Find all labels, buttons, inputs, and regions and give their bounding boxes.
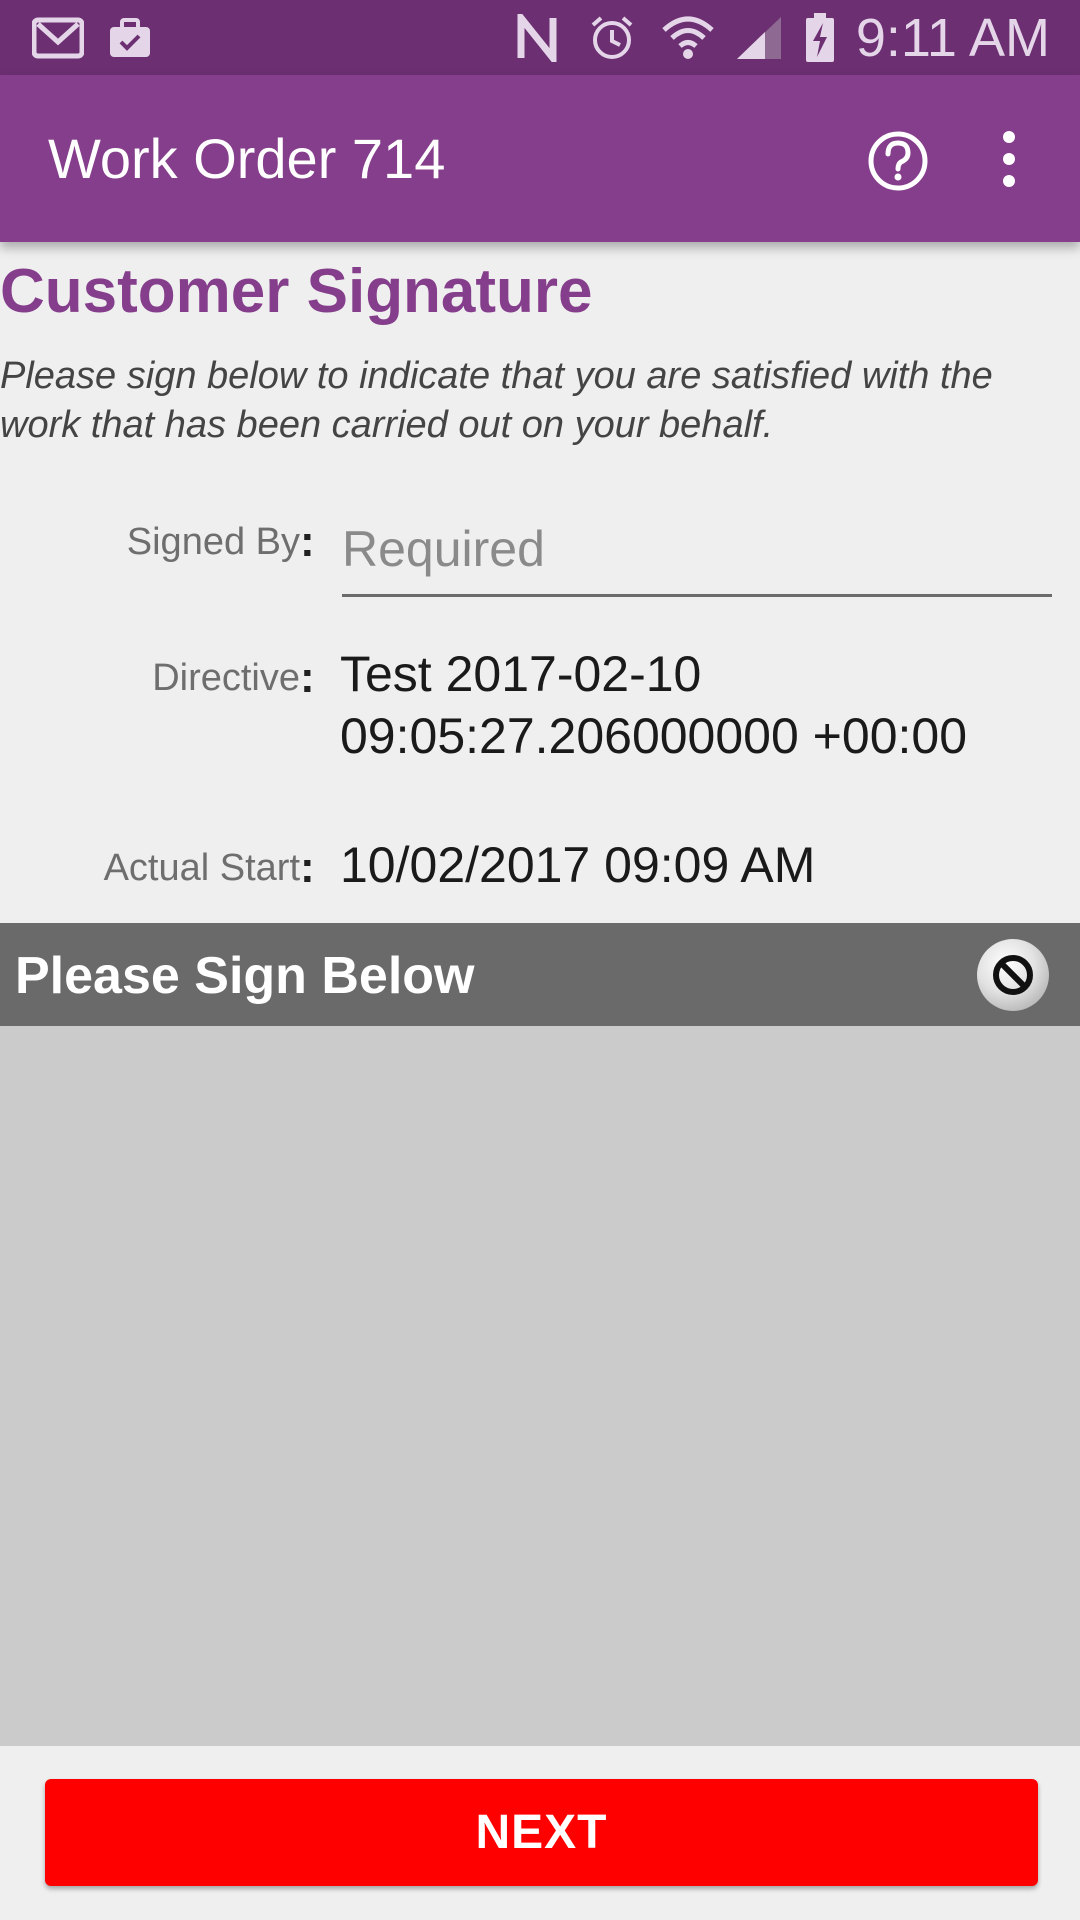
wifi-icon [660,12,716,64]
gmail-icon [30,12,86,64]
app-title: Work Order 714 [48,127,446,190]
overflow-menu-icon [1003,131,1015,187]
directive-value: Test 2017-02-10 09:05:27.206000000 +00:0… [340,646,968,764]
overflow-menu-button[interactable] [980,127,1040,191]
status-time: 9:11 AM [855,8,1050,68]
directive-label: Directive [152,657,300,699]
actual-start-colon: : [300,843,315,892]
actual-start-value: 10/02/2017 09:09 AM [340,837,816,893]
work-briefcase-icon [106,12,154,64]
signal-icon [734,12,784,64]
next-button[interactable]: NEXT [45,1779,1038,1886]
directive-colon: : [300,653,315,702]
clear-signature-button[interactable] [977,939,1049,1011]
signed-by-colon: : [300,517,315,566]
section-title: Customer Signature [0,257,593,326]
nfc-icon [516,12,564,64]
signature-header: Please Sign Below [0,923,1080,1026]
alarm-icon [588,12,636,64]
signature-header-title: Please Sign Below [15,947,475,1005]
clear-signature-icon [993,955,1033,995]
status-bar: 9:11 AM [0,0,1080,75]
instructions-text: Please sign below to indicate that you a… [0,355,993,446]
app-bar: Work Order 714 [0,75,1080,242]
help-button[interactable] [866,129,930,193]
actual-start-label: Actual Start [103,847,300,889]
help-icon [868,131,928,191]
signed-by-label: Signed By [126,521,300,563]
signature-pad[interactable] [0,1026,1080,1746]
signed-by-input[interactable] [342,504,1052,597]
battery-charging-icon [802,12,838,64]
